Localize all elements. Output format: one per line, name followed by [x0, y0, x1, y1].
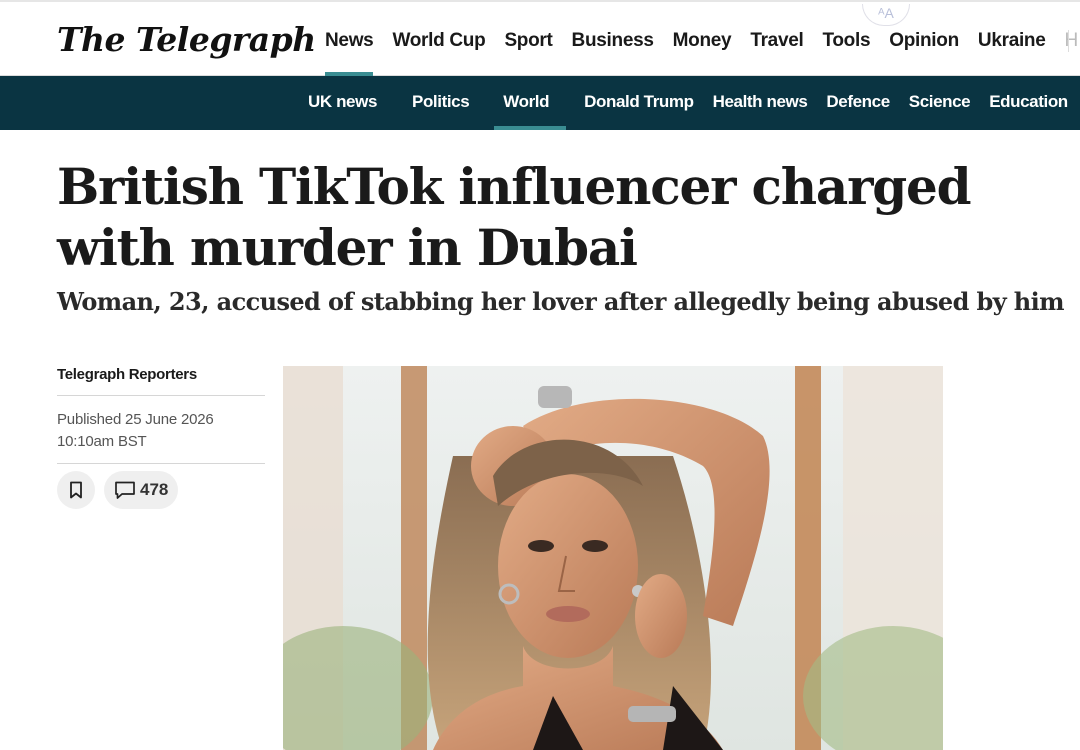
subnav-item-health-news[interactable]: Health news [713, 76, 808, 130]
comment-count: 478 [140, 480, 169, 499]
nav-divider [1068, 30, 1069, 52]
bookmark-icon [70, 481, 82, 499]
main-nav: News World Cup Sport Business Money Trav… [325, 30, 1080, 76]
subnav-item-politics[interactable]: Politics [412, 76, 470, 130]
telegraph-logo[interactable]: The Telegraph [57, 20, 316, 59]
article-headline: British TikTok influencer charged with m… [57, 157, 972, 277]
nav-item-news[interactable]: News [325, 30, 374, 76]
nav-item-sport[interactable]: Sport [504, 30, 552, 52]
lead-photo-image [283, 366, 943, 750]
site-header: The Telegraph News World Cup Sport Busin… [0, 0, 1080, 76]
subnav-item-science[interactable]: Science [909, 76, 971, 130]
publish-time-line: 10:10am BST [57, 433, 147, 450]
nav-item-truncated[interactable]: H [1065, 30, 1079, 52]
lead-photo[interactable] [283, 366, 943, 750]
publish-date: Published 25 June 2026 10:10am BST [57, 409, 265, 453]
comments-button[interactable]: 478 [104, 471, 179, 509]
nav-item-tools[interactable]: Tools [822, 30, 870, 52]
nav-item-business[interactable]: Business [572, 30, 654, 52]
nav-item-opinion[interactable]: Opinion [889, 30, 959, 52]
nav-item-money[interactable]: Money [673, 30, 732, 52]
author-name[interactable]: Telegraph Reporters [57, 366, 265, 396]
section-subnav: UK news Politics World Donald Trump Heal… [0, 76, 1080, 130]
bookmark-button[interactable] [57, 471, 95, 509]
nav-item-world-cup[interactable]: World Cup [392, 30, 485, 52]
publish-date-line: Published 25 June 2026 [57, 411, 214, 428]
translate-icon[interactable]: ᴬA [862, 4, 910, 26]
nav-item-travel[interactable]: Travel [750, 30, 803, 52]
article-standfirst: Woman, 23, accused of stabbing her lover… [57, 287, 1065, 316]
byline-column: Telegraph Reporters Published 25 June 20… [57, 366, 265, 509]
byline-divider [57, 463, 265, 464]
comment-icon [115, 481, 135, 499]
subnav-item-world[interactable]: World [494, 76, 566, 130]
subnav-item-education[interactable]: Education [989, 76, 1068, 130]
subnav-item-uk-news[interactable]: UK news [308, 76, 377, 130]
subnav-item-donald-trump[interactable]: Donald Trump [584, 76, 694, 130]
nav-item-ukraine[interactable]: Ukraine [978, 30, 1046, 52]
article-actions: 478 [57, 471, 265, 509]
subnav-item-defence[interactable]: Defence [826, 76, 890, 130]
